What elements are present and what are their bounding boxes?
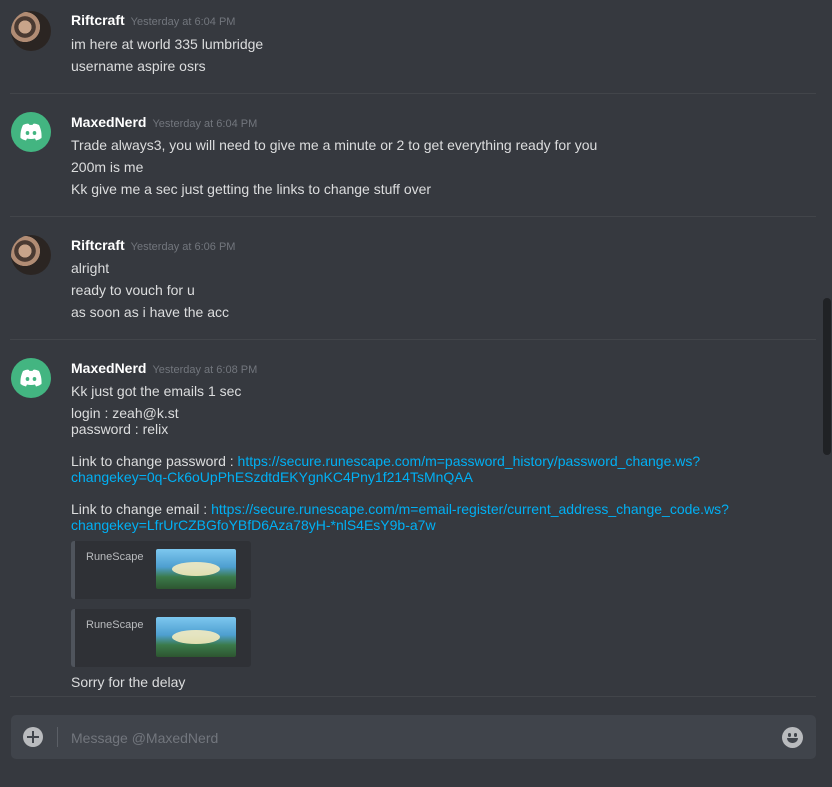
password-link-line: Link to change password : https://secure…	[71, 453, 700, 469]
message-group: Riftcraft Yesterday at 6:04 PM im here at…	[0, 0, 816, 93]
link-label: Link to change email :	[71, 501, 212, 517]
message-text: im here at world 335 lumbridge	[71, 36, 264, 52]
composer-separator	[57, 727, 58, 747]
link-embed[interactable]: RuneScape	[71, 609, 251, 667]
message-text: alright	[71, 260, 110, 276]
message-text: 200m is me	[71, 159, 144, 175]
message-text: password : relix	[71, 421, 169, 437]
timestamp: Yesterday at 6:06 PM	[130, 241, 236, 253]
username-text[interactable]: MaxedNerd	[71, 360, 146, 376]
username[interactable]: Riftcraft Yesterday at 6:06 PM	[71, 237, 235, 253]
smiley-eye	[788, 733, 791, 737]
composer-divider	[10, 696, 816, 697]
discord-logo-icon	[20, 123, 42, 141]
timestamp: Yesterday at 6:04 PM	[130, 16, 236, 28]
message-text: as soon as i have the acc	[71, 304, 229, 320]
message-text: ready to vouch for u	[71, 282, 195, 298]
message-text: Kk just got the emails 1 sec	[71, 383, 242, 399]
username-text[interactable]: MaxedNerd	[71, 114, 146, 130]
runescape-logo-icon	[172, 630, 220, 644]
email-change-link[interactable]: https://secure.runescape.com/m=email-reg…	[211, 501, 729, 517]
runescape-banner-icon[interactable]	[156, 549, 236, 589]
avatar[interactable]	[11, 11, 51, 51]
message-text: login : zeah@k.st	[71, 405, 179, 421]
avatar[interactable]	[11, 112, 51, 152]
message-group: MaxedNerd Yesterday at 6:04 PM Trade alwa…	[0, 94, 816, 216]
link-embed[interactable]: RuneScape	[71, 541, 251, 599]
message-text: Trade always3, you will need to give me …	[71, 137, 598, 153]
runescape-banner-icon[interactable]	[156, 617, 236, 657]
plus-circle-icon[interactable]	[23, 727, 43, 747]
timestamp: Yesterday at 6:08 PM	[152, 364, 258, 376]
password-change-link[interactable]: https://secure.runescape.com/m=password_…	[238, 453, 701, 469]
message-group: Riftcraft Yesterday at 6:06 PM alright re…	[0, 217, 816, 339]
username-text[interactable]: Riftcraft	[71, 237, 125, 253]
message-text: Kk give me a sec just getting the links …	[71, 181, 432, 197]
smiley-mouth	[787, 738, 798, 743]
username-text[interactable]: Riftcraft	[71, 12, 125, 28]
email-link-line: Link to change email : https://secure.ru…	[71, 501, 729, 517]
message-text: Sorry for the delay	[71, 674, 186, 690]
smiley-eye	[794, 733, 797, 737]
embed-provider[interactable]: RuneScape	[86, 619, 144, 631]
message-group: MaxedNerd Yesterday at 6:08 PM Kk just go…	[0, 340, 816, 696]
username[interactable]: Riftcraft Yesterday at 6:04 PM	[71, 12, 235, 28]
smiley-icon[interactable]	[782, 727, 803, 748]
message-list[interactable]: Riftcraft Yesterday at 6:04 PM im here at…	[0, 0, 832, 696]
embed-provider[interactable]: RuneScape	[86, 551, 144, 563]
avatar[interactable]	[11, 235, 51, 275]
password-change-link-cont[interactable]: changekey=0q-Ck6oUpPhESzdtdEKYgnKC4Pny1f…	[71, 469, 473, 485]
username[interactable]: MaxedNerd Yesterday at 6:04 PM	[71, 114, 257, 130]
timestamp: Yesterday at 6:04 PM	[152, 118, 258, 130]
avatar[interactable]	[11, 358, 51, 398]
discord-logo-icon	[20, 369, 42, 387]
username[interactable]: MaxedNerd Yesterday at 6:08 PM	[71, 360, 257, 376]
scrollbar-thumb[interactable]	[823, 298, 831, 455]
message-input[interactable]	[69, 715, 763, 761]
message-text: username aspire osrs	[71, 58, 206, 74]
message-composer	[11, 715, 816, 761]
email-change-link-cont[interactable]: changekey=LfrUrCZBGfoYBfD6Aza78yH-*nlS4E…	[71, 517, 436, 533]
link-label: Link to change password :	[71, 453, 238, 469]
runescape-logo-icon	[172, 562, 220, 576]
